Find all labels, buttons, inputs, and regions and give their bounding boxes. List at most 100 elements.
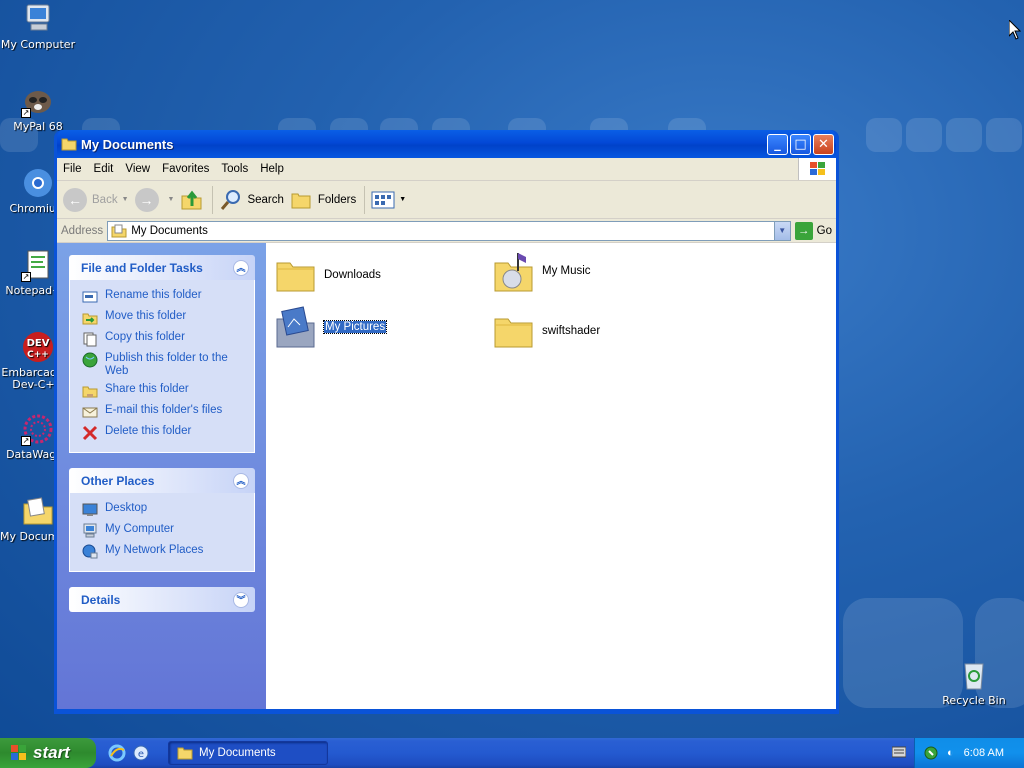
delete-icon <box>82 425 98 441</box>
move-icon <box>82 313 98 325</box>
network-icon <box>82 544 98 559</box>
task-publish-folder[interactable]: Publish this folder to the Web <box>82 352 246 378</box>
collapse-icon[interactable]: ︽ <box>233 472 249 489</box>
toolbar: ← Back ▼ → ▼ Search Folders ▼ <box>57 181 836 219</box>
menu-edit[interactable]: Edit <box>88 163 120 175</box>
computer-icon <box>21 2 55 36</box>
taskbar: start e My Documents ◐ 6:08 AM <box>0 738 1024 768</box>
security-icon[interactable]: ◐ <box>947 747 954 759</box>
menu-bar: File Edit View Favorites Tools Help <box>57 158 836 181</box>
panel-title: File and Folder Tasks <box>81 260 203 275</box>
folders-button[interactable]: Folders <box>290 189 356 211</box>
close-button[interactable]: ✕ <box>813 133 834 155</box>
search-label: Search <box>247 193 284 206</box>
task-move-folder[interactable]: Move this folder <box>82 310 246 326</box>
rename-icon <box>82 291 98 303</box>
toolbar-separator <box>212 185 214 214</box>
panel-header[interactable]: Details ︾ <box>69 587 255 612</box>
task-pane: File and Folder Tasks ︽ Rename this fold… <box>57 243 266 709</box>
window-title: My Documents <box>81 136 174 152</box>
task-copy-folder[interactable]: Copy this folder <box>82 331 246 347</box>
desktop-icon-recycle-bin[interactable]: Recycle Bin <box>936 658 1012 707</box>
show-desktop-icon[interactable]: e <box>132 744 150 762</box>
desktop-icon-label: My Computer <box>0 39 76 51</box>
menu-file[interactable]: File <box>57 163 88 175</box>
up-folder-button[interactable] <box>180 188 204 212</box>
task-label: Delete this folder <box>105 425 192 437</box>
other-places-panel: Other Places ︽ Desktop My Computer My Ne… <box>69 468 255 572</box>
folder-icon <box>61 137 77 151</box>
share-icon <box>82 386 98 398</box>
svg-text:DEV: DEV <box>27 338 50 349</box>
clock[interactable]: 6:08 AM <box>964 747 1004 759</box>
search-icon <box>221 189 241 210</box>
search-button[interactable]: Search <box>219 188 284 212</box>
menu-help[interactable]: Help <box>254 163 290 175</box>
place-label: Desktop <box>105 502 148 514</box>
minimize-button[interactable]: _ <box>767 133 788 155</box>
file-item-swiftshader[interactable]: swiftshader <box>492 309 600 353</box>
file-item-my-music[interactable]: My Music <box>492 249 591 293</box>
network-status-icon[interactable] <box>923 745 941 761</box>
shortcut-arrow-icon: ↗ <box>21 436 31 446</box>
menu-tools[interactable]: Tools <box>215 163 254 175</box>
views-icon <box>371 191 395 208</box>
desktop-icon-my-computer[interactable]: My Computer <box>0 2 76 51</box>
notepad-icon: ↗ <box>21 248 55 282</box>
views-button[interactable]: ▼ <box>371 190 406 210</box>
forward-arrow-icon: → <box>134 187 159 212</box>
task-label: Copy this folder <box>105 331 185 343</box>
address-dropdown-button[interactable]: ▼ <box>773 221 790 240</box>
desktop-icon <box>82 503 98 516</box>
documents-folder-icon <box>21 494 55 528</box>
task-rename-folder[interactable]: Rename this folder <box>82 289 246 305</box>
address-label: Address <box>61 224 104 237</box>
forward-button[interactable]: → ▼ <box>134 187 174 212</box>
menu-view[interactable]: View <box>119 163 156 175</box>
task-label: Rename this folder <box>105 289 202 301</box>
place-my-network-places[interactable]: My Network Places <box>82 544 246 560</box>
windows-flag-icon <box>11 745 26 760</box>
pictures-folder-icon <box>276 306 315 348</box>
panel-body: Rename this folder Move this folder Copy… <box>69 280 255 453</box>
task-share-folder[interactable]: Share this folder <box>82 383 246 399</box>
file-item-downloads[interactable]: Downloads <box>274 253 381 297</box>
up-folder-icon <box>181 190 202 209</box>
windows-logo-icon <box>798 158 836 180</box>
desktop-icon-mypal[interactable]: ↗ MyPal 68 <box>0 84 76 133</box>
place-my-computer[interactable]: My Computer <box>82 523 246 539</box>
title-bar[interactable]: My Documents _ □ ✕ <box>57 130 836 158</box>
file-name: My Music <box>542 265 591 277</box>
go-button[interactable]: → Go <box>794 221 832 240</box>
folders-label: Folders <box>317 193 357 206</box>
file-name: My Pictures <box>322 320 388 334</box>
internet-explorer-icon[interactable] <box>108 744 126 762</box>
content-area: File and Folder Tasks ︽ Rename this fold… <box>57 243 836 709</box>
email-icon <box>82 407 98 418</box>
maximize-button[interactable]: □ <box>790 133 811 155</box>
file-item-my-pictures[interactable]: My Pictures <box>274 305 388 349</box>
devcpp-icon: DEV C++ <box>21 330 55 364</box>
address-input[interactable]: My Documents ▼ <box>107 220 791 241</box>
folder-icon <box>276 262 315 292</box>
place-desktop[interactable]: Desktop <box>82 502 246 518</box>
desktop-decoration <box>986 118 1022 152</box>
back-button[interactable]: ← Back ▼ <box>63 187 129 212</box>
desktop-decoration <box>946 118 982 152</box>
panel-header[interactable]: File and Folder Tasks ︽ <box>69 255 255 280</box>
keyboard-icon[interactable] <box>892 746 906 758</box>
shortcut-arrow-icon: ↗ <box>21 108 31 118</box>
start-button[interactable]: start <box>0 738 96 768</box>
recycle-bin-icon <box>957 658 991 692</box>
taskbar-button-my-documents[interactable]: My Documents <box>168 741 328 765</box>
music-folder-icon <box>494 253 533 292</box>
task-delete-folder[interactable]: Delete this folder <box>82 425 246 441</box>
svg-text:C++: C++ <box>27 350 49 360</box>
expand-icon[interactable]: ︾ <box>233 591 249 608</box>
panel-header[interactable]: Other Places ︽ <box>69 468 255 493</box>
menu-favorites[interactable]: Favorites <box>156 163 215 175</box>
collapse-icon[interactable]: ︽ <box>233 259 249 276</box>
task-email-files[interactable]: E-mail this folder's files <box>82 404 246 420</box>
folder-icon <box>177 747 193 760</box>
file-name: swiftshader <box>542 325 601 337</box>
